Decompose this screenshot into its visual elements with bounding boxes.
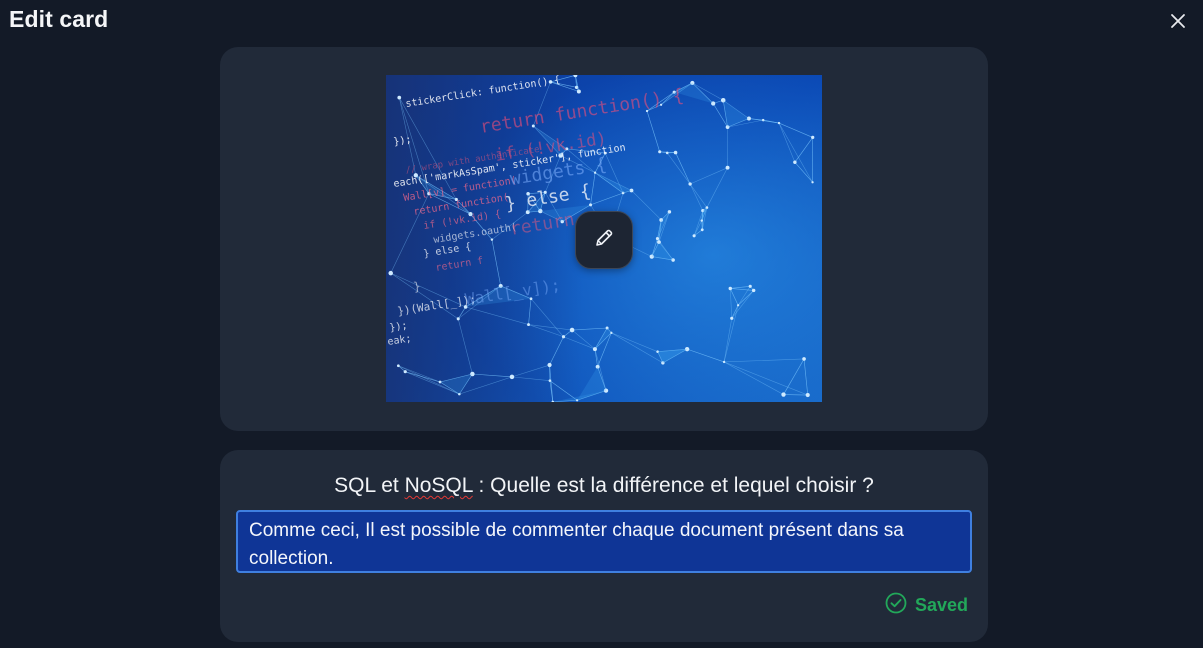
card-title-part: SQL et [334, 474, 405, 497]
mesh-node [811, 181, 814, 184]
mesh-node [700, 219, 703, 222]
mesh-node [569, 327, 575, 333]
mesh-node [728, 286, 732, 291]
edit-card-dialog: Edit card stickerClick: function() {});… [0, 0, 1203, 648]
save-status: Saved [885, 592, 968, 619]
mesh-node [388, 270, 393, 276]
mesh-node [793, 160, 797, 164]
mesh-node [655, 237, 660, 241]
pencil-icon [593, 227, 615, 254]
dialog-title: Edit card [9, 6, 109, 32]
mesh-node [700, 228, 704, 232]
mesh-node [658, 150, 662, 154]
card-title-part: : Quelle est la différence et lequel cho… [472, 474, 874, 497]
mesh-node [736, 304, 740, 307]
mesh-node [397, 95, 402, 100]
check-circle-icon [885, 592, 907, 619]
mesh-node [561, 335, 566, 339]
mesh-node [688, 182, 692, 186]
close-icon [1170, 13, 1186, 34]
mesh-node [725, 165, 730, 170]
mesh-node [781, 392, 786, 397]
status-label: Saved [914, 595, 968, 615]
mesh-node [589, 203, 593, 207]
mesh-node [684, 346, 690, 352]
mesh-node [403, 370, 407, 374]
mesh-node [396, 364, 400, 368]
mesh-node [576, 89, 581, 94]
mesh-node [730, 316, 734, 320]
card-content-panel: SQL et NoSQL : Quelle est la différence … [220, 450, 988, 642]
mesh-node [748, 284, 752, 288]
cover-image: stickerClick: function() {});// wrap wit… [386, 75, 822, 402]
mesh-node [548, 379, 552, 382]
mesh-node [722, 360, 726, 364]
mesh-node [509, 374, 515, 380]
spellcheck-word: NoSQL [404, 474, 473, 497]
mesh-node [805, 393, 810, 398]
mesh-node [802, 357, 806, 361]
description-textarea[interactable]: Comme ceci, Il est possible de commenter… [236, 510, 972, 573]
card-title[interactable]: SQL et NoSQL : Quelle est la différence … [220, 474, 988, 498]
close-button[interactable] [1167, 12, 1189, 34]
mesh-node [665, 151, 669, 155]
mesh-node [456, 317, 460, 321]
mesh-node [811, 135, 815, 140]
mesh-node [673, 150, 678, 155]
mesh-node [777, 121, 781, 125]
mesh-node [527, 323, 530, 327]
mesh-node [751, 288, 756, 293]
cover-image-panel: stickerClick: function() {});// wrap wit… [220, 47, 988, 431]
edit-image-button[interactable] [575, 211, 633, 269]
mesh-node [692, 234, 696, 238]
mesh-node [547, 362, 552, 368]
